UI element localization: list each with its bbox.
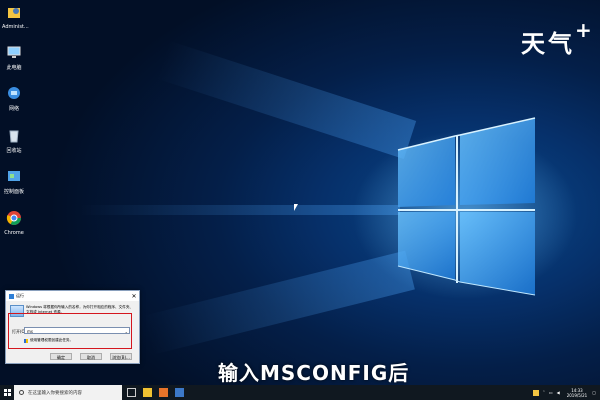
task-view-icon[interactable] bbox=[127, 388, 136, 397]
run-dialog-titlebar[interactable]: 运行 ✕ bbox=[6, 291, 139, 301]
desktop-icon-label: 控制面板 bbox=[3, 189, 24, 195]
chevron-up-icon[interactable]: ˄ bbox=[543, 390, 545, 395]
brand-logo: 天气+ bbox=[521, 18, 595, 59]
run-dialog-title: 运行 bbox=[16, 293, 24, 298]
desktop-icon-recycle-bin[interactable]: 回收站 bbox=[2, 127, 26, 154]
user-folder-icon bbox=[8, 8, 20, 18]
search-placeholder: 在这里输入你要搜索的内容 bbox=[28, 390, 82, 396]
file-explorer-icon[interactable] bbox=[143, 388, 152, 397]
brand-plus: + bbox=[575, 18, 595, 42]
windows-start-icon bbox=[3, 389, 11, 396]
desktop-icon-this-pc[interactable]: 此电脑 bbox=[2, 44, 26, 71]
start-button[interactable] bbox=[0, 385, 14, 400]
clock-date: 2019/5/21 bbox=[566, 392, 588, 398]
network-icon bbox=[8, 87, 20, 99]
system-tray: ˄ ▭ ◀ 14:33 2019/5/21 ▢ bbox=[532, 385, 596, 400]
control-panel-icon bbox=[8, 171, 20, 181]
desktop-icon-control-panel[interactable]: 控制面板 bbox=[2, 168, 26, 195]
video-caption: 输入MSCONFIG后 bbox=[218, 361, 410, 385]
chrome-icon bbox=[6, 211, 21, 225]
brand-text: 天气 bbox=[521, 30, 575, 58]
taskbar-clock[interactable]: 14:33 2019/5/21 bbox=[567, 388, 588, 398]
desktop-icon-label: 网络 bbox=[8, 106, 19, 112]
computer-icon bbox=[7, 46, 21, 58]
app-orange-icon[interactable] bbox=[159, 388, 168, 397]
run-taskbar-icon[interactable] bbox=[175, 388, 184, 397]
run-icon bbox=[9, 293, 14, 299]
browse-button[interactable]: 浏览(B)... bbox=[110, 353, 132, 360]
desktop-icon-administrator[interactable]: Administ... bbox=[2, 4, 29, 30]
desktop-icon-network[interactable]: 网络 bbox=[2, 85, 26, 112]
volume-icon[interactable]: ◀ bbox=[557, 390, 560, 395]
mouse-cursor-icon bbox=[294, 204, 298, 211]
desktop-icon-label: 此电脑 bbox=[6, 65, 22, 71]
taskbar: 在这里输入你要搜索的内容 ˄ ▭ ◀ 14:33 2019/5/21 ▢ bbox=[0, 385, 600, 400]
notification-icon[interactable]: ▢ bbox=[592, 390, 596, 395]
desktop-icon-label: Administ... bbox=[2, 24, 29, 30]
taskbar-search-box[interactable]: 在这里输入你要搜索的内容 bbox=[14, 385, 122, 400]
annotation-highlight-box bbox=[8, 313, 132, 349]
search-icon bbox=[19, 390, 24, 395]
desktop-icon-label: 回收站 bbox=[6, 148, 22, 154]
app-tray-icon[interactable] bbox=[532, 389, 539, 396]
ok-button[interactable]: 确定 bbox=[50, 353, 72, 360]
recycle-bin-icon bbox=[9, 130, 19, 143]
cancel-button[interactable]: 取消 bbox=[80, 353, 102, 360]
desktop-icon-chrome[interactable]: Chrome bbox=[2, 210, 26, 236]
network-tray-icon[interactable]: ▭ bbox=[549, 390, 553, 395]
desktop-icon-label: Chrome bbox=[4, 230, 24, 236]
close-icon[interactable]: ✕ bbox=[129, 293, 139, 300]
